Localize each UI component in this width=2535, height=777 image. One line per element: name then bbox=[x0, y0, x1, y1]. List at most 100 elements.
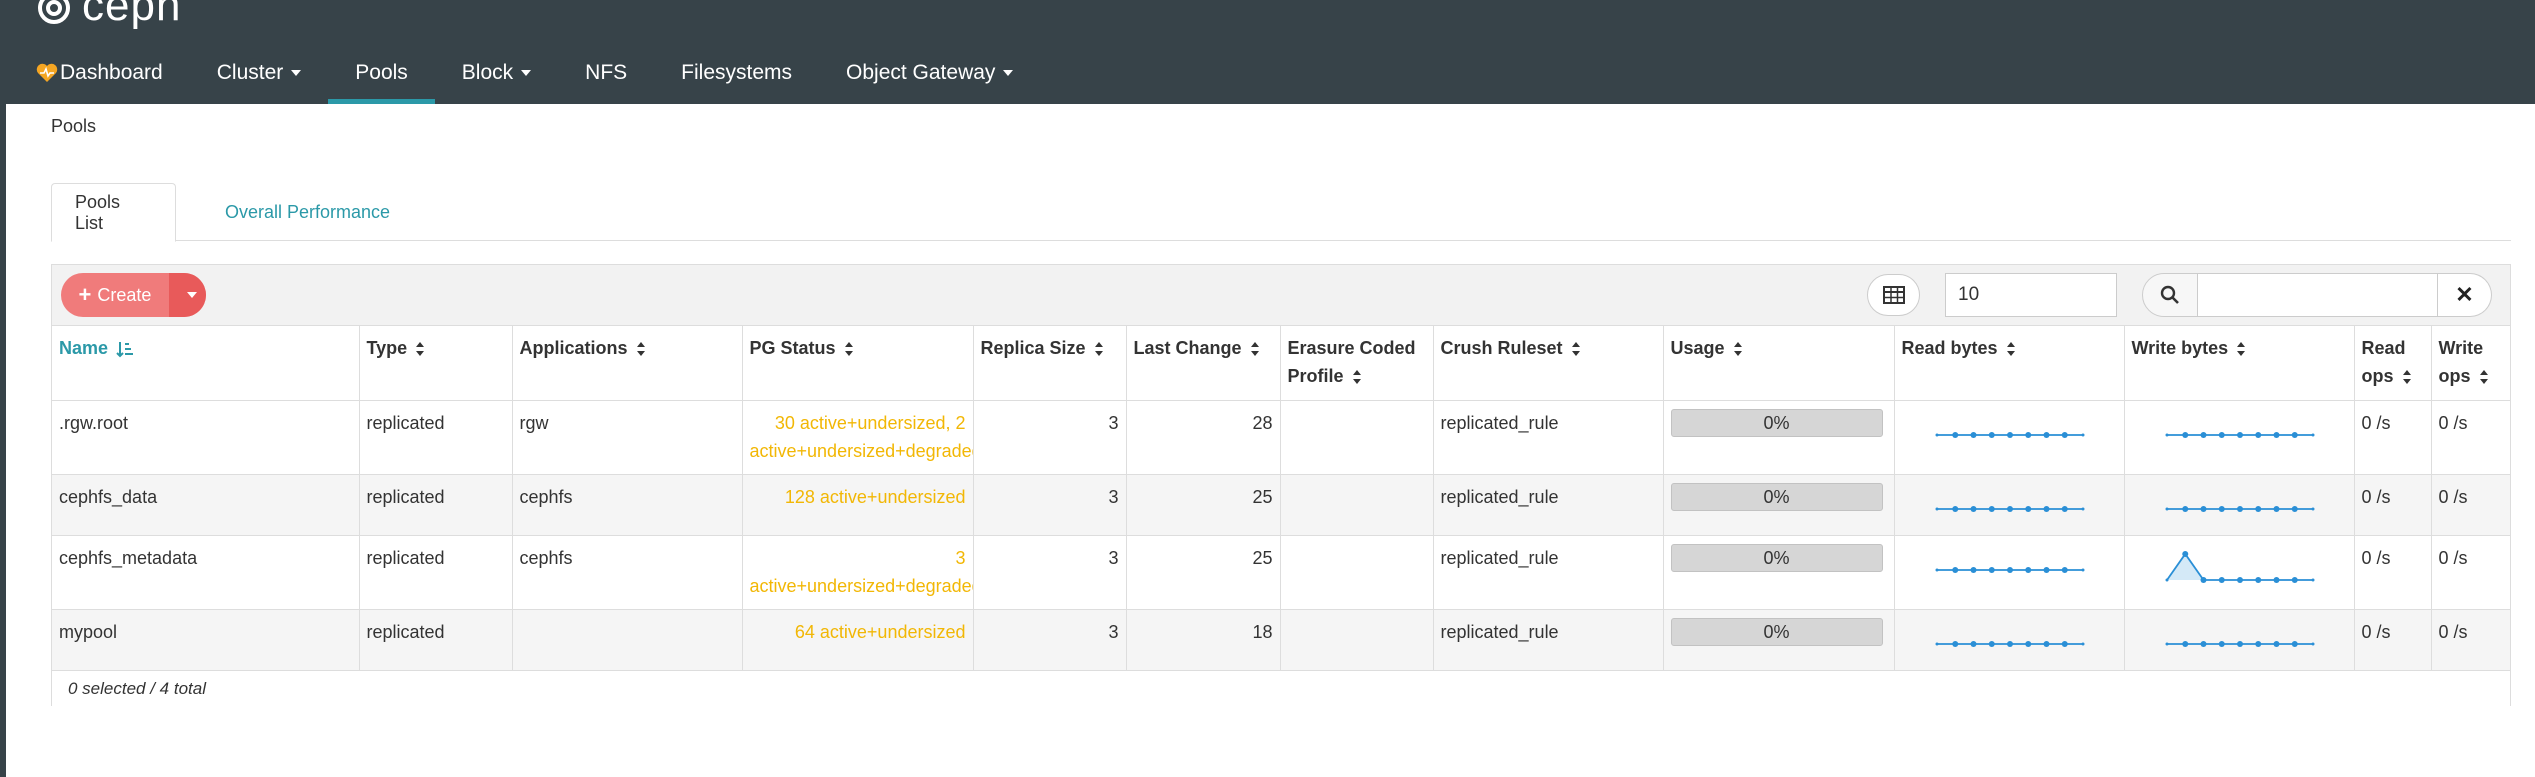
cell-write-ops: 0 /s bbox=[2431, 535, 2510, 610]
table-row[interactable]: mypool replicated 64 active+undersized 3… bbox=[52, 609, 2510, 671]
nav-item-block[interactable]: Block bbox=[435, 42, 558, 104]
sort-icon bbox=[2237, 342, 2246, 357]
sort-icon bbox=[636, 342, 645, 357]
nav-item-pools[interactable]: Pools bbox=[328, 42, 435, 104]
column-header-pg-status[interactable]: PG Status bbox=[742, 326, 974, 401]
cell-name: .rgw.root bbox=[52, 400, 360, 475]
sparkline-point bbox=[1935, 568, 1938, 571]
sparkline-point bbox=[2043, 640, 2049, 647]
column-header-last-change[interactable]: Last Change bbox=[1126, 326, 1281, 401]
cell-read-ops: 0 /s bbox=[2354, 474, 2432, 536]
sort-icon bbox=[1352, 370, 1361, 385]
nav-label-filesystems: Filesystems bbox=[681, 61, 793, 84]
column-header-name[interactable]: Name bbox=[52, 326, 360, 401]
sort-icon bbox=[2479, 370, 2488, 385]
create-dropdown-toggle[interactable] bbox=[169, 273, 206, 317]
sparkline-point bbox=[2311, 507, 2314, 510]
create-button[interactable]: + Create bbox=[61, 273, 169, 317]
sort-icon bbox=[2006, 342, 2015, 357]
sparkline-point bbox=[2043, 566, 2049, 573]
cell-name: cephfs_metadata bbox=[52, 535, 360, 610]
sort-icon bbox=[1250, 342, 1259, 357]
sparkline-point bbox=[2081, 507, 2084, 510]
sparkline-point bbox=[1951, 640, 1958, 647]
column-header-write-ops[interactable]: Write ops bbox=[2431, 326, 2510, 401]
column-header-read-ops[interactable]: Read ops bbox=[2354, 326, 2432, 401]
column-header-type[interactable]: Type bbox=[359, 326, 513, 401]
column-header-read-bytes[interactable]: Read bytes bbox=[1894, 326, 2125, 401]
column-toggle-button[interactable] bbox=[1867, 274, 1920, 316]
usage-bar: 0% bbox=[1670, 617, 1883, 646]
sparkline-point bbox=[2061, 505, 2068, 512]
sparkline-point bbox=[2218, 640, 2225, 647]
table-row[interactable]: cephfs_data replicated cephfs 128 active… bbox=[52, 474, 2510, 536]
sparkline-point bbox=[2273, 431, 2279, 438]
cell-pg-status: 128 active+undersized bbox=[742, 474, 974, 536]
table-row[interactable]: cephfs_metadata replicated cephfs 3 acti… bbox=[52, 535, 2510, 610]
sparkline-point bbox=[2200, 505, 2206, 512]
sparkline-point bbox=[1988, 566, 1995, 573]
nav-label-pools: Pools bbox=[355, 61, 408, 84]
nav-item-cluster[interactable]: Cluster bbox=[190, 42, 329, 104]
column-header-applications[interactable]: Applications bbox=[512, 326, 743, 401]
read-bytes-sparkline bbox=[1935, 640, 2084, 647]
nav-label-block: Block bbox=[461, 61, 514, 84]
sort-icon bbox=[1094, 342, 1103, 357]
column-header-erasure-coded-profile[interactable]: Erasure Coded Profile bbox=[1280, 326, 1434, 401]
tab-overall-performance[interactable]: Overall Performance bbox=[202, 183, 413, 241]
sparkline-point bbox=[2043, 431, 2049, 438]
cell-usage: 0% bbox=[1663, 474, 1895, 536]
tab-pools-list[interactable]: Pools List bbox=[51, 183, 176, 242]
search-input[interactable] bbox=[2198, 273, 2438, 317]
nav-label-cluster: Cluster bbox=[216, 61, 284, 84]
sparkline-point bbox=[1935, 507, 1938, 510]
usage-bar: 0% bbox=[1670, 543, 1883, 572]
cell-replica-size: 3 bbox=[973, 474, 1127, 536]
write-bytes-sparkline bbox=[2165, 640, 2314, 647]
sparkline-point bbox=[2006, 505, 2013, 512]
search-group: ✕ bbox=[2142, 273, 2492, 317]
sparkline-point bbox=[2254, 431, 2261, 438]
pools-table-container: + Create 10 ✕ Name Type Applications PG … bbox=[51, 264, 2511, 706]
column-header-replica-size[interactable]: Replica Size bbox=[973, 326, 1127, 401]
sort-ascending-icon bbox=[116, 342, 134, 358]
sort-icon bbox=[1571, 342, 1580, 357]
column-header-crush-ruleset[interactable]: Crush Ruleset bbox=[1433, 326, 1664, 401]
cell-read-ops: 0 /s bbox=[2354, 609, 2432, 671]
sparkline-point bbox=[1970, 431, 1976, 438]
cell-type: replicated bbox=[359, 535, 513, 610]
nav-item-nfs[interactable]: NFS bbox=[558, 42, 654, 104]
column-header-usage[interactable]: Usage bbox=[1663, 326, 1895, 401]
sparkline-point bbox=[1970, 566, 1976, 573]
sparkline-point bbox=[2236, 576, 2243, 583]
table-row[interactable]: .rgw.root replicated rgw 30 active+under… bbox=[52, 400, 2510, 475]
nav-item-dashboard[interactable]: Dashboard bbox=[0, 42, 190, 104]
sparkline-point bbox=[2181, 431, 2188, 438]
sparkline-point bbox=[2006, 640, 2013, 647]
cell-crush-ruleset: replicated_rule bbox=[1433, 609, 1664, 671]
table-toolbar: + Create 10 ✕ bbox=[52, 265, 2510, 326]
caret-down-icon bbox=[186, 292, 197, 298]
cell-usage: 0% bbox=[1663, 400, 1895, 475]
sparkline-point bbox=[2311, 433, 2314, 436]
sparkline-point bbox=[1951, 566, 1958, 573]
clear-search-button[interactable]: ✕ bbox=[2438, 273, 2492, 317]
sparkline-point bbox=[2165, 433, 2168, 436]
sparkline-point bbox=[2254, 576, 2261, 583]
cell-read-ops: 0 /s bbox=[2354, 400, 2432, 475]
sparkline-point bbox=[2181, 640, 2188, 647]
table-icon bbox=[1882, 286, 1905, 304]
page-size-input[interactable]: 10 bbox=[1945, 273, 2117, 317]
nav-item-filesystems[interactable]: Filesystems bbox=[654, 42, 819, 104]
nav-item-object-gateway[interactable]: Object Gateway bbox=[819, 42, 1040, 104]
create-label: Create bbox=[97, 284, 152, 305]
cell-applications: cephfs bbox=[512, 535, 743, 610]
brand[interactable]: ceph bbox=[34, 0, 181, 28]
heart-icon bbox=[36, 63, 58, 82]
usage-bar: 0% bbox=[1670, 408, 1883, 437]
sparkline-point bbox=[1951, 505, 1958, 512]
search-button[interactable] bbox=[2142, 273, 2198, 317]
column-header-write-bytes[interactable]: Write bytes bbox=[2124, 326, 2355, 401]
cell-erasure-profile bbox=[1280, 535, 1434, 610]
cell-read-bytes bbox=[1894, 535, 2125, 610]
